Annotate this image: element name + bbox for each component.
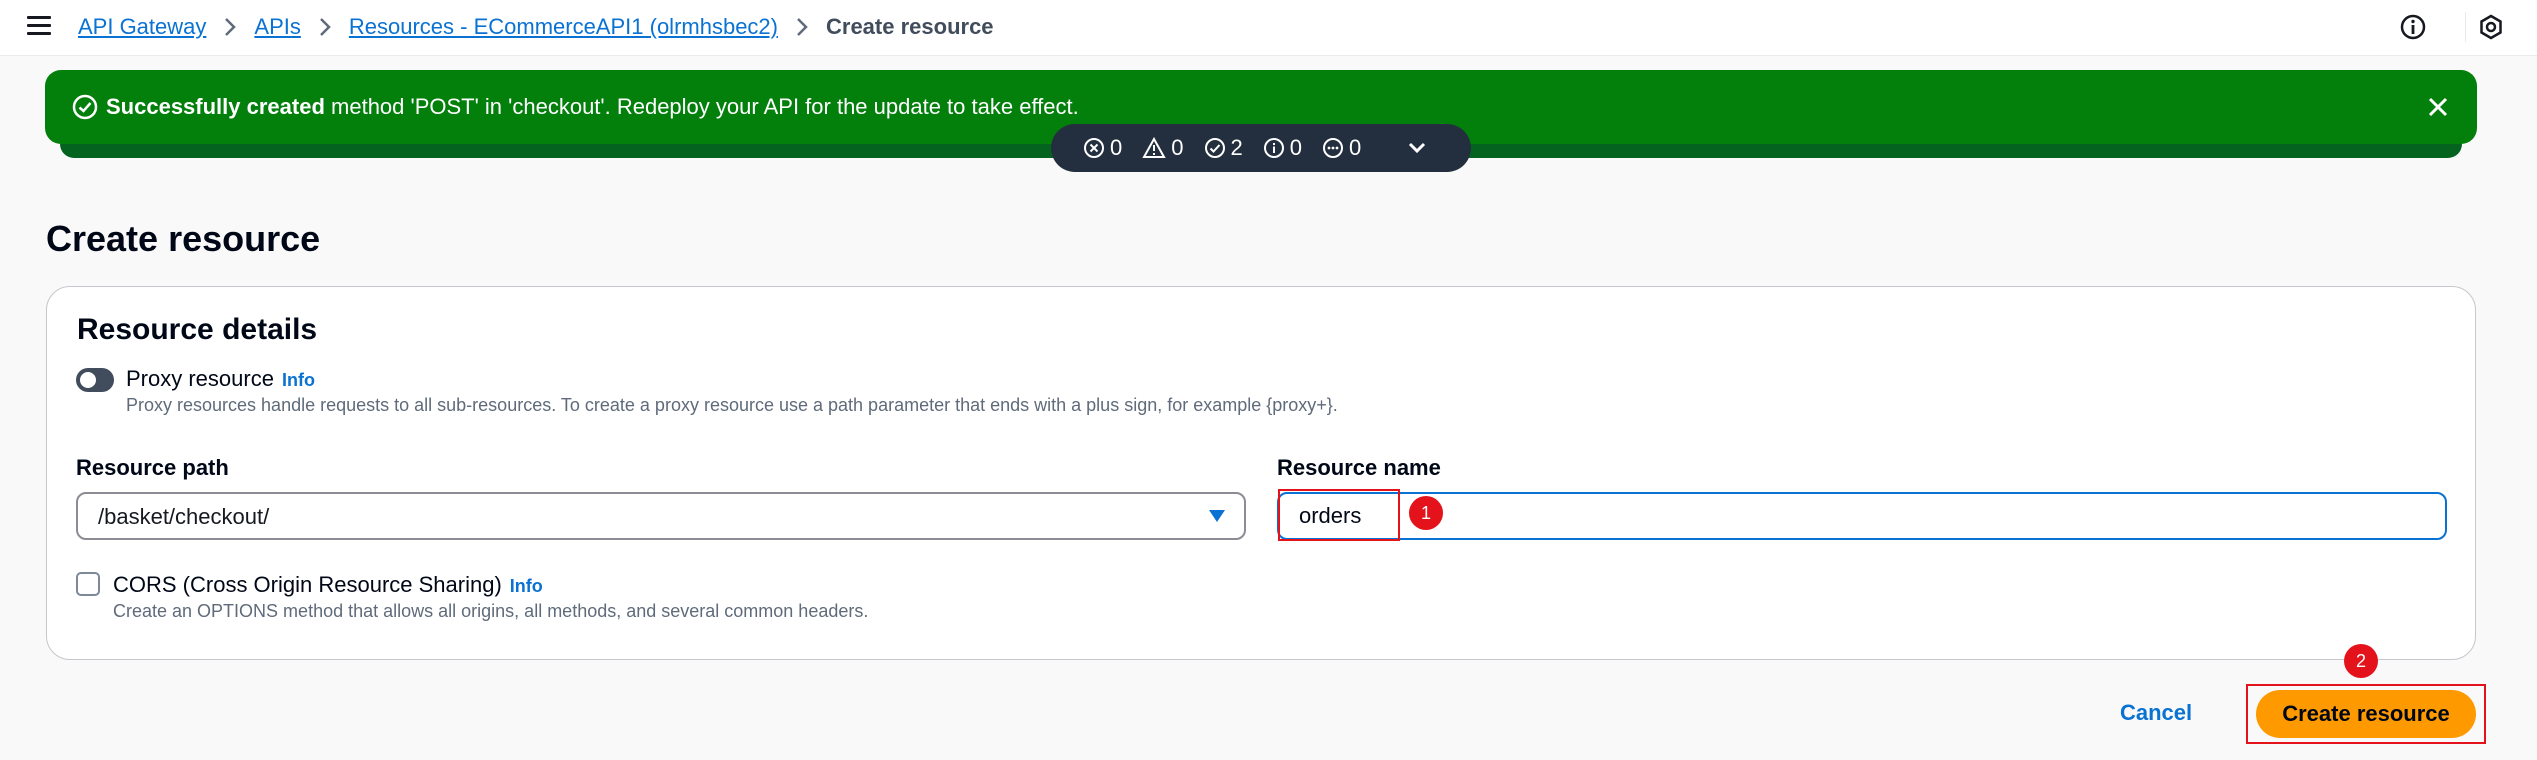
check-circle-icon (71, 93, 99, 121)
flash-bold-text: Successfully created (106, 94, 325, 119)
annotation-box-2 (2246, 684, 2486, 744)
success-count: 2 (1204, 135, 1243, 161)
toggle-knob (80, 372, 96, 388)
info-icon[interactable] (2398, 12, 2428, 42)
caret-down-icon (1209, 510, 1225, 522)
error-count-value: 0 (1110, 135, 1123, 160)
chevron-right-icon (319, 17, 331, 37)
proxy-resource-label: Proxy resource Info (126, 366, 315, 392)
in-progress-icon (1323, 138, 1343, 158)
chevron-right-icon (224, 17, 237, 37)
cancel-button[interactable]: Cancel (2120, 700, 2192, 726)
resource-path-label: Resource path (76, 455, 229, 480)
breadcrumb: API Gateway APIs Resources - ECommerceAP… (78, 12, 994, 42)
resource-path-value: /basket/checkout/ (98, 504, 270, 529)
annotation-box-1 (1278, 489, 1400, 541)
cors-label: CORS (Cross Origin Resource Sharing) Info (113, 572, 543, 598)
info-count: 0 (1263, 135, 1302, 161)
cors-info-link[interactable]: Info (510, 576, 543, 596)
close-icon[interactable] (2423, 92, 2453, 122)
resource-name-input[interactable] (1277, 492, 2447, 540)
top-navigation-bar: API Gateway APIs Resources - ECommerceAP… (0, 0, 2537, 56)
menu-icon[interactable] (27, 16, 51, 36)
page-title: Create resource (46, 218, 321, 259)
cors-checkbox[interactable] (76, 572, 100, 596)
error-icon (1084, 138, 1104, 158)
container-title: Resource details (77, 313, 318, 346)
annotation-number-1: 1 (1409, 496, 1443, 530)
breadcrumb-api-gateway[interactable]: API Gateway (78, 14, 206, 40)
flash-message-text: method 'POST' in 'checkout'. Redeploy yo… (324, 94, 1079, 119)
proxy-resource-label-text: Proxy resource (126, 366, 274, 391)
breadcrumb-apis[interactable]: APIs (254, 14, 300, 40)
success-count-value: 2 (1230, 135, 1243, 160)
resource-name-label: Resource name (1277, 455, 1441, 480)
annotation-number-2: 2 (2344, 644, 2378, 678)
error-count: 0 (1083, 135, 1122, 161)
warning-count-value: 0 (1171, 135, 1184, 160)
proxy-resource-toggle[interactable] (76, 368, 114, 392)
check-circle-icon (1204, 138, 1225, 158)
flash-text: Successfully created method 'POST' in 'c… (106, 94, 1079, 120)
warning-count: 0 (1142, 135, 1184, 161)
proxy-resource-description: Proxy resources handle requests to all s… (126, 395, 1338, 415)
resource-details-container: Resource details Proxy resource Info Prox… (46, 286, 2476, 660)
cors-description: Create an OPTIONS method that allows all… (113, 601, 869, 621)
proxy-info-link[interactable]: Info (282, 370, 315, 390)
info-count-value: 0 (1289, 135, 1302, 160)
breadcrumb-current: Create resource (826, 14, 994, 39)
notification-bar[interactable]: 0 0 2 0 0 (1051, 124, 1471, 172)
chevron-down-icon[interactable] (1403, 134, 1431, 162)
breadcrumb-resources[interactable]: Resources - ECommerceAPI1 (olrmhsbec2) (349, 14, 778, 40)
in-progress-count-value: 0 (1349, 135, 1362, 160)
warning-icon (1142, 137, 1166, 158)
chevron-right-icon (796, 17, 808, 37)
settings-icon[interactable] (2465, 12, 2505, 42)
in-progress-count: 0 (1322, 135, 1361, 161)
resource-path-select[interactable]: /basket/checkout/ (76, 492, 1246, 540)
info-icon (1263, 138, 1284, 158)
cors-label-text: CORS (Cross Origin Resource Sharing) (113, 572, 502, 597)
